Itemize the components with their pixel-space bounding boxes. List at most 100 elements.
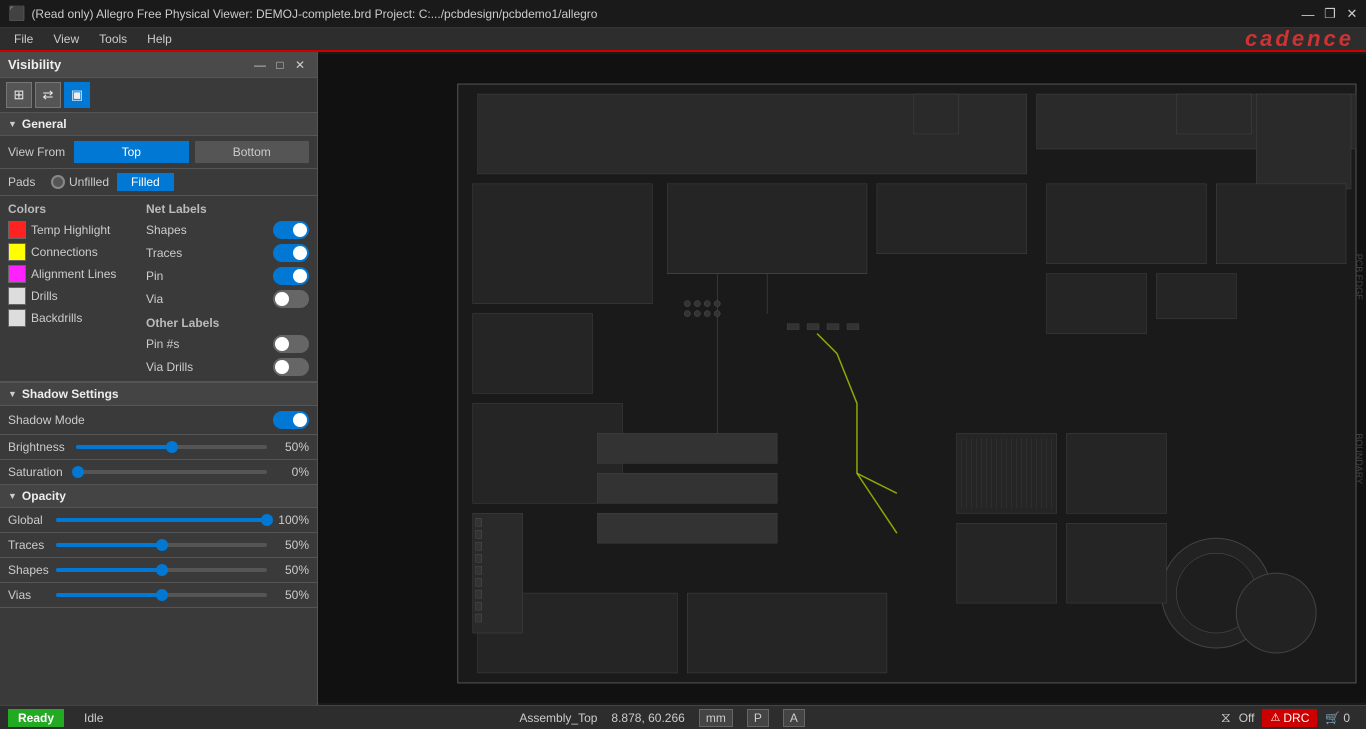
unit-p-button[interactable]: P (747, 709, 769, 727)
traces-opacity-label: Traces (8, 538, 50, 552)
drc-button[interactable]: ⚠ DRC (1262, 709, 1317, 727)
unfilled-label: Unfilled (69, 175, 109, 189)
saturation-value: 0% (273, 465, 309, 479)
pin-toggle[interactable] (273, 267, 309, 285)
opacity-label: Opacity (22, 489, 66, 503)
traces-opacity-slider[interactable] (56, 543, 267, 547)
filter-label: Off (1239, 711, 1255, 725)
connections-label: Connections (31, 245, 98, 259)
filled-button[interactable]: Filled (117, 173, 174, 191)
titlebar-text: (Read only) Allegro Free Physical Viewer… (31, 7, 1358, 21)
warning-icon: ⚠ (1270, 711, 1280, 724)
view-from-row: View From Top Bottom (0, 136, 317, 169)
opacity-section-header[interactable]: ▼ Opacity (0, 485, 317, 508)
titlebar: ⬛ (Read only) Allegro Free Physical View… (0, 0, 1366, 28)
layers-icon-button[interactable]: ⊞ (6, 82, 32, 108)
shapes-toggle-row: Shapes (146, 221, 309, 239)
traces-toggle[interactable] (273, 244, 309, 262)
shapes-toggle[interactable] (273, 221, 309, 239)
vias-opacity-row: Vias 50% (0, 583, 317, 608)
connections-swatch[interactable] (8, 243, 26, 261)
global-row: Global 100% (0, 508, 317, 533)
other-labels-header: Other Labels (146, 316, 309, 330)
saturation-slider[interactable] (76, 470, 267, 474)
menu-file[interactable]: File (4, 30, 43, 48)
vias-opacity-value: 50% (273, 588, 309, 602)
shapes-opacity-slider[interactable] (56, 568, 267, 572)
shadow-label: Shadow Settings (22, 387, 119, 401)
flip-icon-button[interactable]: ⇄ (35, 82, 61, 108)
close-button[interactable]: ✕ (1342, 4, 1362, 24)
brightness-value: 50% (273, 440, 309, 454)
vias-opacity-label: Vias (8, 588, 50, 602)
backdrills-label: Backdrills (31, 311, 82, 325)
cart-area: 🛒 0 (1325, 711, 1350, 725)
pads-label: Pads (8, 175, 43, 189)
restore-button[interactable]: ❐ (1320, 4, 1340, 24)
display-icon-button[interactable]: ▣ (64, 82, 90, 108)
opacity-arrow: ▼ (8, 491, 17, 501)
menu-help[interactable]: Help (137, 30, 182, 48)
unit-a-button[interactable]: A (783, 709, 805, 727)
pinns-toggle-row: Pin #s (146, 335, 309, 353)
cadence-logo: cadence (1245, 26, 1354, 52)
temp-highlight-swatch[interactable] (8, 221, 26, 239)
pinns-toggle[interactable] (273, 335, 309, 353)
brightness-label: Brightness (8, 440, 70, 454)
statusbar: Ready Idle Assembly_Top 8.878, 60.266 mm… (0, 705, 1366, 729)
pcb-view: PCB EDGE BOUNDARY (318, 52, 1366, 705)
panel-titlebar: Visibility — □ ✕ (0, 52, 317, 78)
shadow-mode-toggle[interactable] (273, 411, 309, 429)
pin-label: Pin (146, 269, 163, 283)
menu-view[interactable]: View (43, 30, 89, 48)
general-section-header[interactable]: ▼ General (0, 113, 317, 136)
viadrills-toggle[interactable] (273, 358, 309, 376)
colors-header: Colors (8, 202, 130, 216)
panel-close-button[interactable]: ✕ (291, 56, 309, 74)
status-center: Assembly_Top 8.878, 60.266 mm P A (111, 709, 1212, 727)
saturation-row: Saturation 0% (0, 460, 317, 485)
global-value: 100% (273, 513, 309, 527)
alignment-swatch[interactable] (8, 265, 26, 283)
main-layout: Visibility — □ ✕ ⊞ ⇄ ▣ ▼ General View Fr… (0, 52, 1366, 705)
shapes-label: Shapes (146, 223, 187, 237)
alignment-lines-row: Alignment Lines (8, 265, 130, 283)
panel-restore-button[interactable]: □ (271, 56, 289, 74)
backdrills-swatch[interactable] (8, 309, 26, 327)
brightness-slider[interactable] (76, 445, 267, 449)
global-label: Global (8, 513, 50, 527)
viadrills-label: Via Drills (146, 360, 193, 374)
view-bottom-button[interactable]: Bottom (195, 141, 310, 163)
backdrills-row: Backdrills (8, 309, 130, 327)
temp-highlight-label: Temp Highlight (31, 223, 110, 237)
traces-opacity-row: Traces 50% (0, 533, 317, 558)
unfilled-radio[interactable]: Unfilled (51, 175, 109, 189)
drills-row: Drills (8, 287, 130, 305)
panel-title: Visibility (8, 57, 251, 72)
menu-tools[interactable]: Tools (89, 30, 137, 48)
drills-swatch[interactable] (8, 287, 26, 305)
pin-toggle-row: Pin (146, 267, 309, 285)
shadow-mode-label: Shadow Mode (8, 413, 85, 427)
vias-opacity-slider[interactable] (56, 593, 267, 597)
shadow-mode-row: Shadow Mode (0, 406, 317, 435)
panel-minimize-button[interactable]: — (251, 56, 269, 74)
shadow-arrow: ▼ (8, 389, 17, 399)
idle-label: Idle (84, 711, 103, 725)
brightness-row: Brightness 50% (0, 435, 317, 460)
unit-mm-button[interactable]: mm (699, 709, 733, 727)
via-toggle[interactable] (273, 290, 309, 308)
colors-col: Colors Temp Highlight Connections Alignm… (0, 202, 138, 381)
shadow-settings-header[interactable]: ▼ Shadow Settings (0, 382, 317, 406)
shapes-opacity-value: 50% (273, 563, 309, 577)
drc-label: DRC (1283, 711, 1309, 725)
global-slider[interactable] (56, 518, 267, 522)
app-icon: ⬛ (8, 5, 25, 22)
status-right: ⧖ Off ⚠ DRC 🛒 0 (1221, 709, 1350, 727)
pcb-canvas[interactable]: PCB EDGE BOUNDARY (318, 52, 1366, 705)
alignment-label: Alignment Lines (31, 267, 116, 281)
view-top-button[interactable]: Top (74, 141, 189, 163)
cart-count: 0 (1343, 711, 1350, 725)
via-toggle-row: Via (146, 290, 309, 308)
minimize-button[interactable]: — (1298, 4, 1318, 24)
